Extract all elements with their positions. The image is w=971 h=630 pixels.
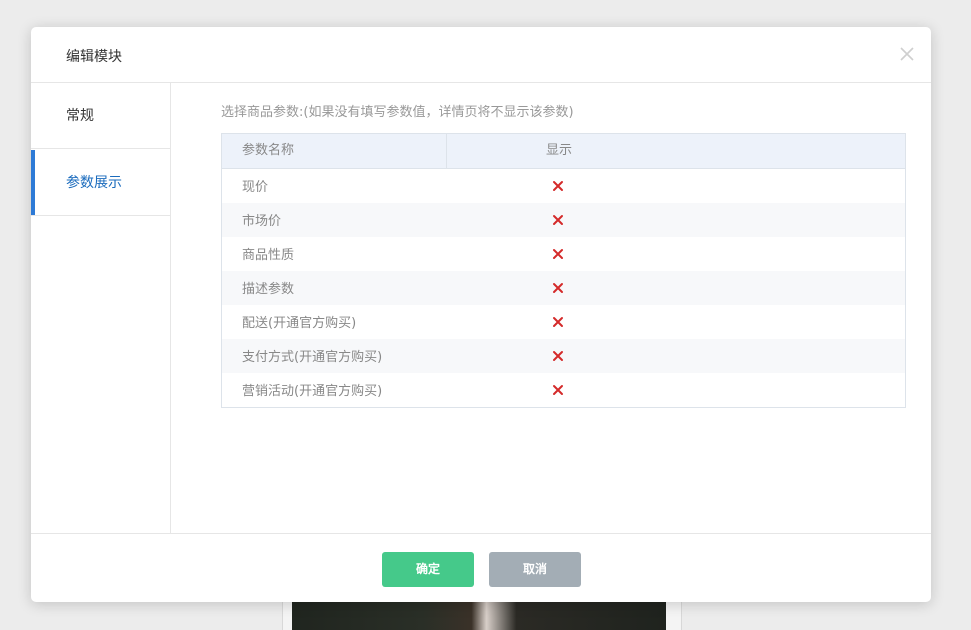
show-toggle[interactable]	[552, 384, 564, 396]
table-row: 市场价	[222, 203, 905, 237]
cross-icon	[553, 283, 563, 293]
param-name: 商品性质	[242, 248, 295, 263]
show-toggle[interactable]	[552, 282, 564, 294]
column-header-name: 参数名称	[242, 143, 295, 158]
table-row: 商品性质	[222, 237, 905, 271]
table-row: 营销活动(开通官方购买)	[222, 373, 905, 407]
table-row: 现价	[222, 169, 905, 203]
confirm-button[interactable]: 确定	[382, 552, 474, 587]
param-name: 配送(开通官方购买)	[242, 316, 357, 331]
table-row: 描述参数	[222, 271, 905, 305]
param-settings: 选择商品参数:(如果没有填写参数值，详情页将不显示该参数) 参数名称 显示 现价…	[221, 103, 906, 408]
cross-icon	[553, 351, 563, 361]
sidebar-item-general[interactable]: 常规	[31, 83, 170, 149]
edit-module-dialog: 编辑模块 常规 参数展示 选择商品参数:(如果没有填写参数值，详情页将不显示该参…	[31, 27, 931, 602]
column-header-show: 显示	[546, 143, 573, 158]
param-name: 现价	[242, 180, 269, 195]
param-name: 市场价	[242, 214, 282, 229]
show-toggle[interactable]	[552, 248, 564, 260]
sidebar-item-label: 参数展示	[66, 175, 122, 191]
sidebar-item-label: 常规	[66, 108, 94, 124]
show-toggle[interactable]	[552, 214, 564, 226]
cross-icon	[553, 181, 563, 191]
dialog-header: 编辑模块	[31, 27, 931, 83]
cross-icon	[553, 215, 563, 225]
table-row: 配送(开通官方购买)	[222, 305, 905, 339]
show-toggle[interactable]	[552, 180, 564, 192]
show-toggle[interactable]	[552, 316, 564, 328]
table-row: 支付方式(开通官方购买)	[222, 339, 905, 373]
close-button[interactable]	[897, 44, 917, 64]
cancel-button[interactable]: 取消	[489, 552, 581, 587]
cross-icon	[553, 249, 563, 259]
param-name: 营销活动(开通官方购买)	[242, 384, 383, 399]
param-name: 支付方式(开通官方购买)	[242, 350, 383, 365]
param-table: 参数名称 显示 现价市场价商品性质描述参数配送(开通官方购买) 支付方式(开通官方…	[221, 133, 906, 408]
sidebar-item-param-display[interactable]: 参数展示	[31, 150, 170, 216]
param-name: 描述参数	[242, 282, 295, 297]
close-icon	[900, 47, 914, 61]
dialog-title: 编辑模块	[66, 49, 122, 65]
param-hint: 选择商品参数:(如果没有填写参数值，详情页将不显示该参数)	[221, 105, 574, 120]
column-divider	[446, 134, 447, 168]
cross-icon	[553, 385, 563, 395]
table-body: 现价市场价商品性质描述参数配送(开通官方购买) 支付方式(开通官方购买) 营销活动(…	[222, 169, 905, 407]
cross-icon	[553, 317, 563, 327]
show-toggle[interactable]	[552, 350, 564, 362]
dialog-footer: 确定 取消	[31, 533, 931, 602]
background-image	[292, 600, 666, 630]
table-header: 参数名称 显示	[222, 134, 905, 169]
sidebar: 常规 参数展示	[31, 83, 171, 533]
